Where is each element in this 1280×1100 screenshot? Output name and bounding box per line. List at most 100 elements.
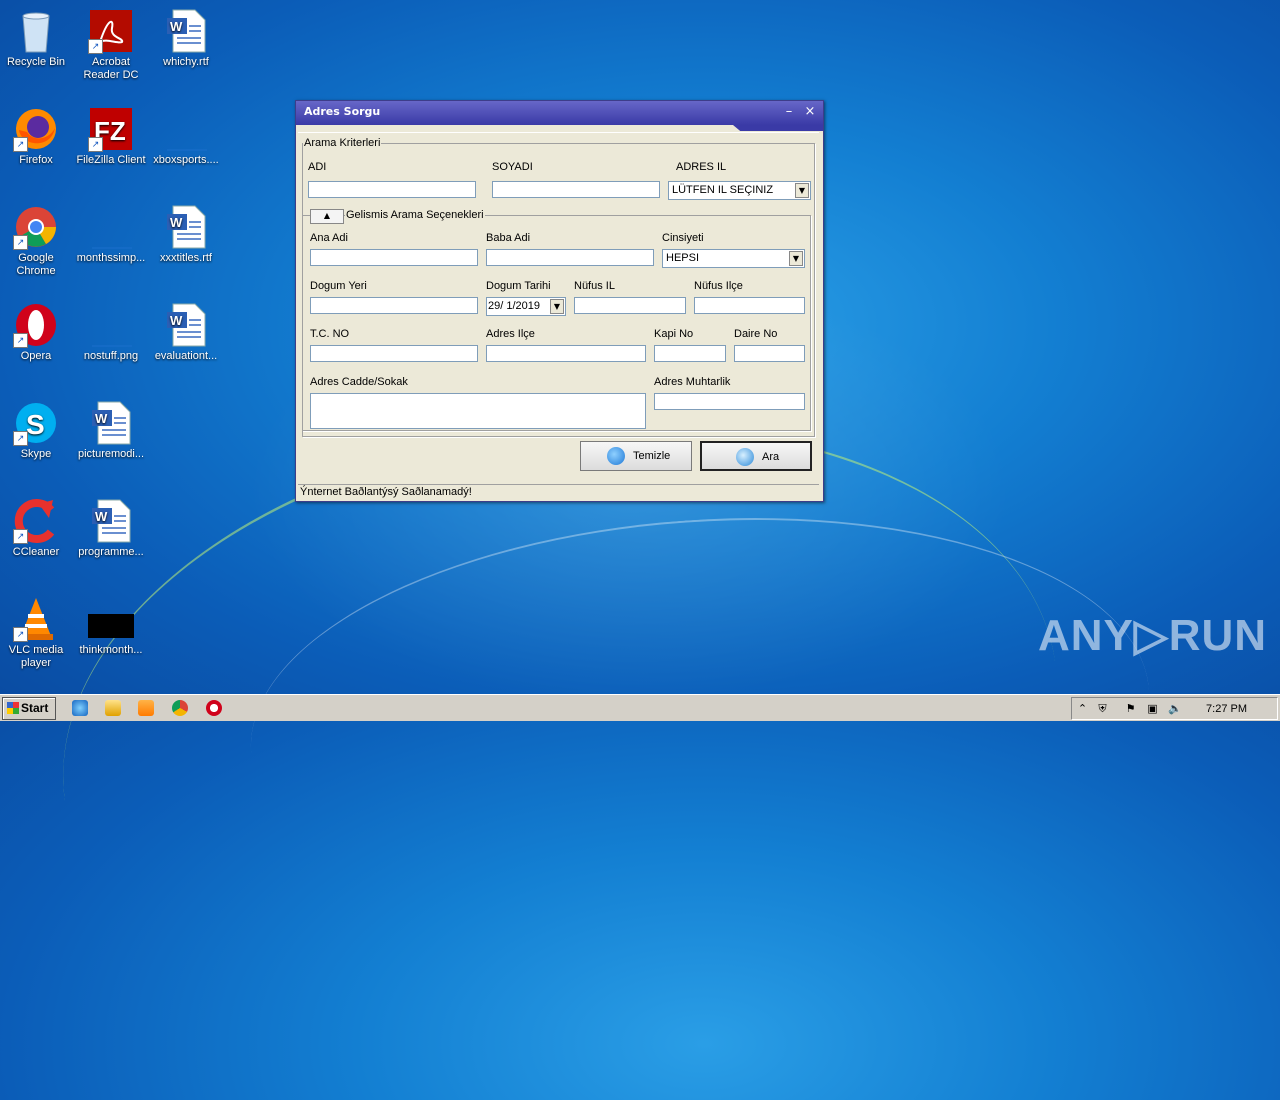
daire-no-input[interactable]	[734, 345, 805, 362]
desktop-icon-label: picturemodi...	[77, 448, 145, 460]
desktop-icon-label: monthssimp...	[76, 252, 146, 264]
desktop-icon-filezilla[interactable]: FZ ↗ FileZilla Client	[73, 100, 149, 167]
dogum-yeri-input[interactable]	[310, 297, 478, 314]
daire-no-label: Daire No	[734, 328, 778, 340]
svg-text:S: S	[26, 409, 45, 440]
close-button[interactable]: ×	[802, 104, 818, 119]
system-tray: ⌃ ⛨ ⚑ ▣ 🔈 7:27 PM	[1071, 697, 1278, 720]
desktop-icon-acrobat[interactable]: ↗ Acrobat Reader DC	[73, 2, 149, 82]
dropdown-arrow-icon[interactable]: ▼	[550, 299, 564, 314]
desktop-icon-label: thinkmonth...	[79, 644, 143, 656]
ara-button[interactable]: Ara	[700, 441, 812, 471]
ana-adi-label: Ana Adi	[310, 232, 348, 244]
desktop-icon-opera[interactable]: ↗ Opera	[0, 296, 74, 363]
adres-muhtarlik-input[interactable]	[654, 393, 805, 410]
desktop-icon-label: xboxsports....	[153, 154, 219, 166]
desktop-icon-programme[interactable]: W programme...	[73, 492, 149, 559]
desktop-icon-label: Skype	[20, 448, 52, 460]
tc-no-input[interactable]	[310, 345, 478, 362]
window-titlebar[interactable]: Adres Sorgu – ×	[296, 101, 823, 125]
ccleaner-icon: ↗	[13, 498, 59, 544]
chrome-taskbar-icon[interactable]	[172, 700, 188, 716]
dogum-tarihi-picker[interactable]: 29/ 1/2019 ▼	[486, 297, 566, 316]
adres-cadde-textarea[interactable]	[310, 393, 646, 429]
desktop-icon-label: nostuff.png	[83, 350, 139, 362]
kapi-no-input[interactable]	[654, 345, 726, 362]
svg-text:W: W	[170, 19, 183, 34]
adres-ilce-input[interactable]	[486, 345, 646, 362]
desktop-icon-ccleaner[interactable]: ↗ CCleaner	[0, 492, 74, 559]
tray-expand-icon[interactable]: ⌃	[1076, 702, 1089, 715]
ana-adi-input[interactable]	[310, 249, 478, 266]
desktop-icon-label: FileZilla Client	[76, 154, 146, 166]
dogum-tarihi-value: 29/ 1/2019	[488, 300, 540, 312]
gelismis-arama-legend: Gelismis Arama Seçenekleri	[346, 209, 484, 221]
soyadi-input[interactable]	[492, 181, 660, 198]
ara-label: Ara	[762, 451, 780, 463]
desktop-icon-xxxtitles[interactable]: W xxxtitles.rtf	[148, 198, 224, 265]
desktop-icon-whichy[interactable]: W whichy.rtf	[148, 2, 224, 69]
arama-kriterleri-legend: Arama Kriterleri	[304, 137, 381, 149]
desktop-icon-xboxsports[interactable]: xboxsports....	[148, 100, 224, 167]
desktop-icon-vlc[interactable]: ↗ VLC media player	[0, 590, 74, 670]
desktop-icon-skype[interactable]: S ↗ Skype	[0, 394, 74, 461]
internet-explorer-icon[interactable]	[72, 700, 88, 716]
volume-icon[interactable]: 🔈	[1168, 702, 1182, 715]
adres-muhtarlik-label: Adres Muhtarlik	[654, 376, 731, 388]
nufus-ilce-label: Nüfus Ilçe	[694, 280, 743, 292]
media-player-icon[interactable]	[138, 700, 154, 716]
taskbar-clock[interactable]: 7:27 PM	[1206, 703, 1247, 715]
desktop-icon-chrome[interactable]: ↗ Google Chrome	[0, 198, 74, 278]
nufus-il-input[interactable]	[574, 297, 686, 314]
desktop-icon-label: Firefox	[19, 154, 53, 166]
shortcut-arrow-icon: ↗	[13, 137, 28, 152]
dropdown-arrow-icon[interactable]: ▼	[789, 251, 803, 266]
svg-text:W: W	[95, 509, 108, 524]
desktop-icon-label: whichy.rtf	[163, 56, 209, 68]
svg-text:W: W	[95, 411, 108, 426]
tc-no-label: T.C. NO	[310, 328, 350, 340]
action-center-flag-icon[interactable]: ⚑	[1124, 702, 1137, 715]
collapse-toggle-button[interactable]: ▲	[310, 209, 344, 224]
main-panel: Arama Kriterleri ADI SOYADI ADRES IL LÜT…	[298, 132, 819, 483]
temizle-button[interactable]: Temizle	[580, 441, 692, 471]
desktop-icon-monthssimp[interactable]: monthssimp...	[73, 198, 149, 265]
adres-il-label: ADRES IL	[676, 161, 727, 173]
recycle-bin-icon	[13, 8, 59, 54]
black-file-icon	[88, 596, 134, 642]
shortcut-arrow-icon: ↗	[13, 235, 28, 250]
nufus-ilce-input[interactable]	[694, 297, 805, 314]
firefox-icon: ↗	[13, 106, 59, 152]
soyadi-label: SOYADI	[492, 161, 533, 173]
status-bar: Ýnternet Baðlantýsý Saðlanamadý!	[298, 484, 819, 499]
shortcut-arrow-icon: ↗	[88, 39, 103, 54]
baba-adi-input[interactable]	[486, 249, 654, 266]
opera-taskbar-icon[interactable]	[206, 700, 222, 716]
desktop-icon-firefox[interactable]: ↗ Firefox	[0, 100, 74, 167]
desktop-icon-thinkmonth[interactable]: thinkmonth...	[73, 590, 149, 657]
minimize-button[interactable]: –	[781, 104, 797, 119]
desktop-icon-label: Google Chrome	[16, 252, 56, 277]
desktop-icon-recycle-bin[interactable]: Recycle Bin	[0, 2, 74, 69]
desktop-icon-label: evaluationt...	[154, 350, 218, 362]
cinsiyeti-value: HEPSI	[666, 252, 700, 264]
temizle-label: Temizle	[633, 450, 671, 462]
cinsiyeti-select[interactable]: HEPSI ▼	[662, 249, 805, 268]
network-icon[interactable]: ▣	[1146, 702, 1159, 715]
desktop-icon-nostuff[interactable]: nostuff.png	[73, 296, 149, 363]
security-icon[interactable]: ⛨	[1096, 702, 1109, 715]
desktop-icon-evaluationt[interactable]: W evaluationt...	[148, 296, 224, 363]
start-button[interactable]: Start	[2, 697, 56, 720]
cinsiyeti-label: Cinsiyeti	[662, 232, 704, 244]
desktop-icon-picturemodi[interactable]: W picturemodi...	[73, 394, 149, 461]
baba-adi-label: Baba Adi	[486, 232, 531, 244]
blank-file-icon	[88, 302, 134, 348]
file-explorer-icon[interactable]	[105, 700, 121, 716]
adi-label: ADI	[308, 161, 327, 173]
desktop-icon-label: xxxtitles.rtf	[160, 252, 212, 264]
adi-input[interactable]	[308, 181, 476, 198]
adres-il-value: LÜTFEN IL SEÇINIZ	[672, 184, 774, 196]
adres-il-select[interactable]: LÜTFEN IL SEÇINIZ ▼	[668, 181, 811, 200]
dropdown-arrow-icon[interactable]: ▼	[795, 183, 809, 198]
anyrun-watermark: ANY▷RUN	[1038, 611, 1268, 660]
